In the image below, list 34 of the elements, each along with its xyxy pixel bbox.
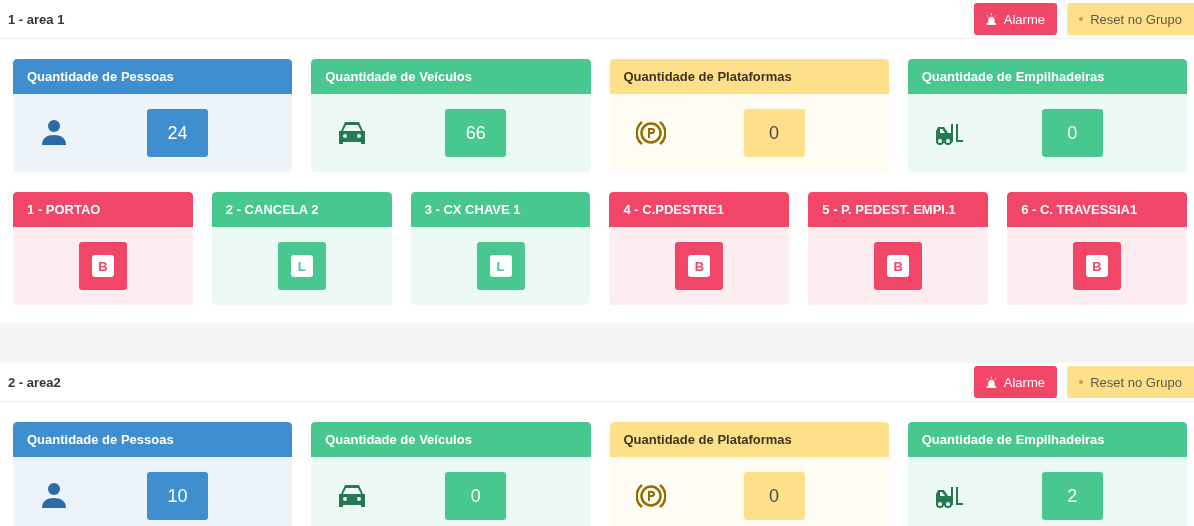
status-letter: B — [887, 255, 910, 277]
counter-value: 0 — [445, 472, 507, 520]
card-header: Quantidade de Veículos — [311, 59, 591, 94]
card-header: 2 - CANCELA 2 — [211, 192, 392, 227]
reset-button[interactable]: Reset no Grupo — [1067, 366, 1194, 398]
alarm-button[interactable]: Alarme — [974, 366, 1057, 398]
card-header: Quantidade de Pessoas — [13, 59, 293, 94]
card-header: Quantidade de Empilhadeiras — [907, 59, 1187, 94]
card-header: Quantidade de Empilhadeiras — [907, 422, 1187, 457]
card-header: Quantidade de Pessoas — [13, 422, 293, 457]
status-letter: B — [91, 255, 114, 277]
counter-value: 10 — [147, 472, 208, 520]
counter-value: 0 — [743, 109, 805, 157]
area-title: 1 - area 1 — [8, 11, 66, 27]
status-letter: L — [290, 255, 313, 277]
counter-value: 24 — [147, 109, 208, 157]
card-header: 6 - C. TRAVESSIA1 — [1007, 192, 1187, 227]
card-header: 3 - CX CHAVE 1 — [410, 192, 591, 227]
reset-button[interactable]: Reset no Grupo — [1067, 3, 1194, 35]
card-header: 1 - PORTAO — [13, 192, 193, 227]
card-header: Quantidade de Plataformas — [609, 59, 889, 94]
counter-value: 0 — [743, 472, 805, 520]
status-letter: B — [688, 255, 711, 277]
card-header: 4 - C.PDESTRE1 — [609, 192, 790, 227]
counter-value: 0 — [1041, 109, 1103, 157]
counter-value: 2 — [1041, 472, 1103, 520]
card-header: Quantidade de Veículos — [311, 422, 591, 457]
status-letter: L — [489, 255, 512, 277]
counter-value: 66 — [445, 109, 507, 157]
card-header: 5 - P. PEDEST. EMPI.1 — [808, 192, 989, 227]
status-letter: B — [1086, 255, 1109, 277]
area-title: 2 - area2 — [8, 374, 62, 390]
alarm-button[interactable]: Alarme — [974, 3, 1057, 35]
card-header: Quantidade de Plataformas — [609, 422, 889, 457]
